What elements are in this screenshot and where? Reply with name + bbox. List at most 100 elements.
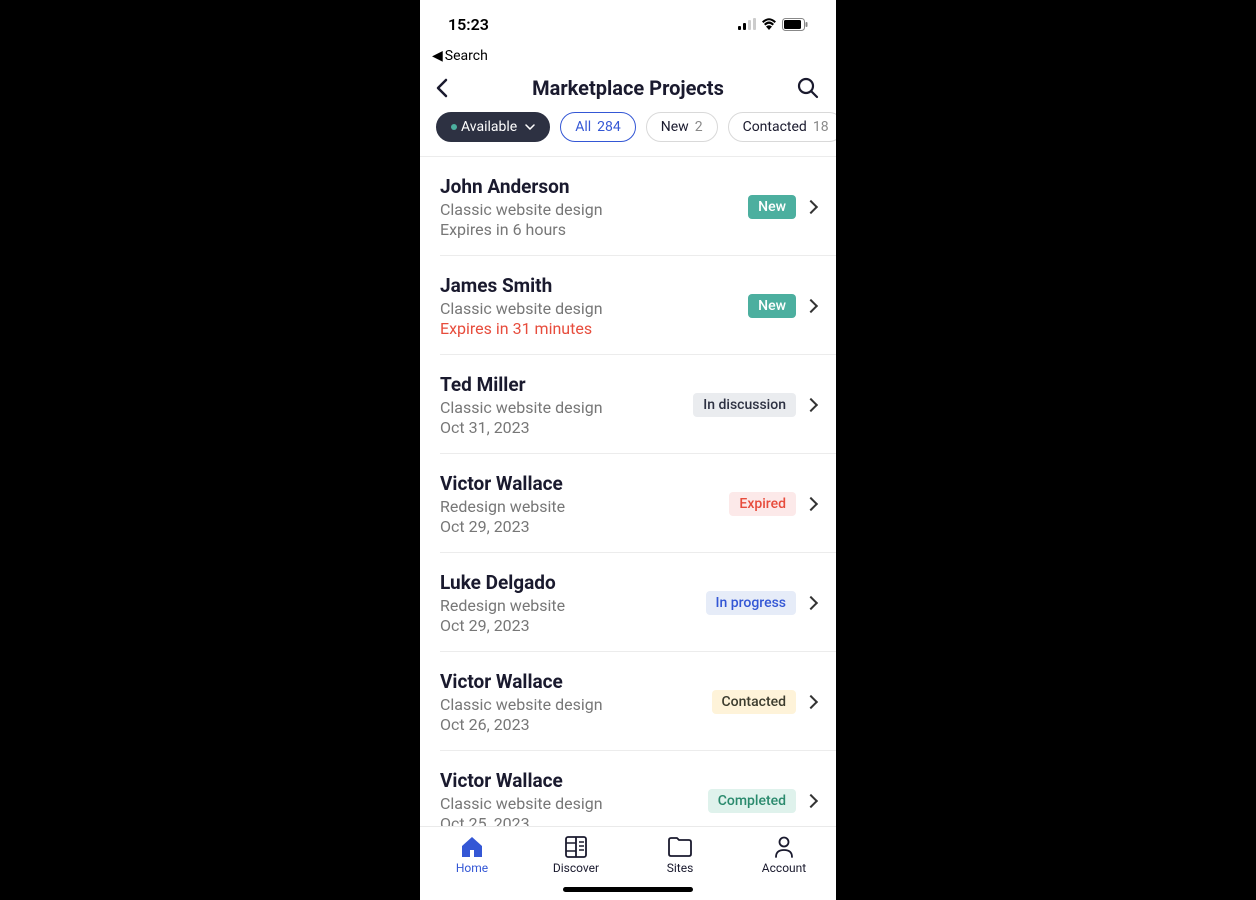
chevron-left-icon [436, 78, 448, 98]
filter-tab-count: 18 [813, 119, 829, 135]
back-search-label: Search [445, 48, 488, 64]
project-name: Victor Wallace [440, 472, 729, 495]
project-desc: Classic website design [440, 299, 748, 318]
chevron-right-icon [804, 497, 818, 511]
project-date: Oct 25, 2023 [440, 814, 708, 826]
filter-tab-count: 2 [695, 119, 703, 135]
back-search-arrow-icon: ◀ [432, 48, 443, 64]
project-date: Oct 31, 2023 [440, 418, 693, 437]
filter-tab-all[interactable]: All 284 [560, 112, 636, 142]
status-badge: Expired [729, 492, 796, 516]
search-icon [797, 77, 819, 99]
page-title: Marketplace Projects [460, 76, 796, 100]
chevron-right-icon [804, 695, 818, 709]
status-badge: In progress [706, 591, 797, 615]
tab-label: Discover [553, 861, 599, 875]
project-right: Contacted [712, 690, 816, 714]
status-icons [738, 18, 808, 31]
home-indicator[interactable] [563, 887, 693, 892]
project-info: John Anderson Classic website designExpir… [440, 175, 748, 239]
home-icon [460, 835, 484, 859]
filter-bar: Available All 284New 2Contacted 18In [420, 112, 836, 156]
tab-home[interactable]: Home [420, 835, 524, 875]
project-info: Victor Wallace Classic website designOct … [440, 670, 712, 734]
signal-icon [738, 18, 756, 30]
chevron-right-icon [804, 794, 818, 808]
tab-discover[interactable]: Discover [524, 835, 628, 875]
project-row[interactable]: Ted Miller Classic website designOct 31, … [420, 355, 836, 453]
filter-tab-count: 284 [597, 119, 621, 135]
status-bar: 15:23 [420, 0, 836, 48]
filter-tab-label: New [661, 119, 689, 135]
status-badge: New [748, 294, 796, 318]
project-name: Ted Miller [440, 373, 693, 396]
filter-tab-new[interactable]: New 2 [646, 112, 718, 142]
project-right: In discussion [693, 393, 816, 417]
project-desc: Classic website design [440, 794, 708, 813]
project-info: Ted Miller Classic website designOct 31, … [440, 373, 693, 437]
project-row[interactable]: Victor Wallace Classic website designOct … [420, 751, 836, 826]
project-info: Victor Wallace Classic website designOct … [440, 769, 708, 826]
project-info: James Smith Classic website designExpires… [440, 274, 748, 338]
battery-icon [782, 18, 808, 31]
project-right: In progress [706, 591, 817, 615]
chevron-right-icon [804, 200, 818, 214]
chevron-right-icon [804, 596, 818, 610]
project-desc: Classic website design [440, 398, 693, 417]
project-name: John Anderson [440, 175, 748, 198]
chevron-down-icon [525, 124, 535, 130]
project-date: Oct 26, 2023 [440, 715, 712, 734]
tab-label: Sites [667, 861, 694, 875]
filter-tab-contacted[interactable]: Contacted 18 [728, 112, 836, 142]
project-date: Oct 29, 2023 [440, 616, 706, 635]
back-search-link[interactable]: ◀ Search [420, 48, 836, 66]
project-name: Victor Wallace [440, 769, 708, 792]
project-name: Luke Delgado [440, 571, 706, 594]
project-desc: Redesign website [440, 596, 706, 615]
status-badge: In discussion [693, 393, 796, 417]
project-row[interactable]: John Anderson Classic website designExpir… [420, 157, 836, 255]
tab-sites[interactable]: Sites [628, 835, 732, 875]
project-date: Expires in 6 hours [440, 220, 748, 239]
header: Marketplace Projects [420, 66, 836, 112]
chevron-right-icon [804, 398, 818, 412]
project-list[interactable]: John AndersonClassic website designExpir… [420, 157, 836, 826]
chevron-right-icon [804, 299, 818, 313]
discover-icon [564, 835, 588, 859]
tab-label: Account [762, 861, 806, 875]
wifi-icon [761, 18, 777, 30]
project-right: New [748, 294, 816, 318]
project-desc: Classic website design [440, 695, 712, 714]
project-date: Expires in 31 minutes [440, 319, 748, 338]
search-button[interactable] [796, 76, 820, 100]
status-badge: Contacted [712, 690, 796, 714]
status-badge: Completed [708, 789, 796, 813]
project-name: Victor Wallace [440, 670, 712, 693]
filter-tab-label: All [575, 119, 591, 135]
project-date: Oct 29, 2023 [440, 517, 729, 536]
project-right: Completed [708, 789, 816, 813]
back-button[interactable] [436, 76, 460, 100]
project-row[interactable]: Luke Delgado Redesign websiteOct 29, 2023… [420, 553, 836, 651]
project-desc: Redesign website [440, 497, 729, 516]
project-row[interactable]: James Smith Classic website designExpires… [420, 256, 836, 354]
project-right: New [748, 195, 816, 219]
phone-frame: 15:23 ◀ Search Marketplace Projects Avai… [420, 0, 836, 900]
status-dot-icon [451, 124, 457, 130]
filter-tab-label: Contacted [743, 119, 807, 135]
project-name: James Smith [440, 274, 748, 297]
tab-label: Home [456, 861, 488, 875]
project-row[interactable]: Victor Wallace Redesign websiteOct 29, 20… [420, 454, 836, 552]
sites-icon [668, 835, 692, 859]
tab-account[interactable]: Account [732, 835, 836, 875]
availability-label: Available [461, 119, 517, 135]
account-icon [772, 835, 796, 859]
status-badge: New [748, 195, 796, 219]
project-info: Luke Delgado Redesign websiteOct 29, 2023 [440, 571, 706, 635]
project-info: Victor Wallace Redesign websiteOct 29, 20… [440, 472, 729, 536]
project-row[interactable]: Victor Wallace Classic website designOct … [420, 652, 836, 750]
project-right: Expired [729, 492, 816, 516]
status-time: 15:23 [448, 15, 489, 34]
project-desc: Classic website design [440, 200, 748, 219]
availability-filter[interactable]: Available [436, 112, 550, 142]
